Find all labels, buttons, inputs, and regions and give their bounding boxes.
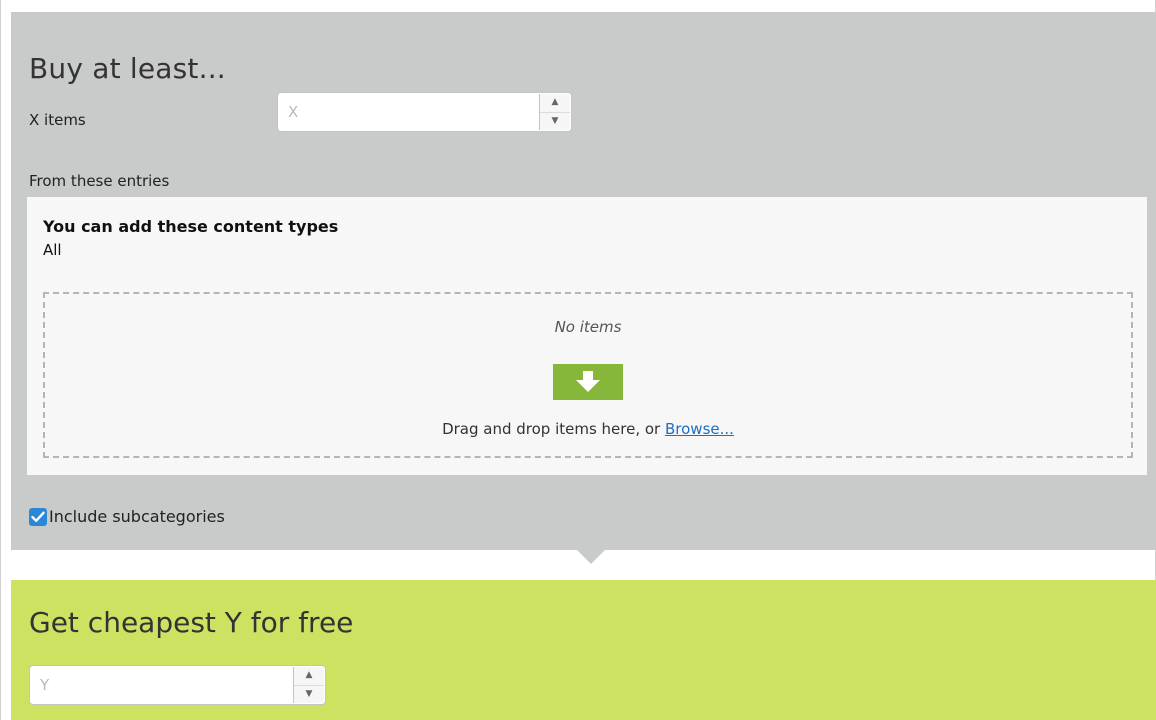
include-subcategories[interactable]: Include subcategories — [29, 507, 225, 526]
caret-down-icon: ▼ — [551, 115, 559, 126]
x-items-decrement-button[interactable]: ▼ — [540, 113, 570, 131]
buy-at-least-title: Buy at least... — [29, 52, 226, 85]
caret-up-icon: ▲ — [551, 97, 559, 108]
caret-down-icon: ▼ — [305, 688, 313, 699]
y-items-stepper[interactable]: ▲ ▼ — [29, 665, 326, 705]
buy-at-least-panel: Buy at least... X items ▲ ▼ From these e… — [11, 12, 1156, 550]
y-items-input[interactable] — [30, 666, 294, 704]
get-cheapest-title: Get cheapest Y for free — [29, 606, 354, 639]
arrow-down-icon-glyph — [576, 371, 600, 392]
arrow-down-icon — [553, 364, 623, 400]
drop-zone[interactable]: No items Drag and drop items here, or Br… — [43, 292, 1133, 458]
include-subcategories-checkbox[interactable] — [29, 507, 47, 526]
get-cheapest-panel: Get cheapest Y for free ▲ ▼ — [11, 580, 1156, 720]
drop-instructions-text: Drag and drop items here, or — [442, 420, 665, 438]
x-items-input[interactable] — [278, 93, 540, 131]
content-area: You can add these content types All No i… — [27, 197, 1147, 475]
checkmark-icon — [31, 511, 45, 522]
y-items-increment-button[interactable]: ▲ — [294, 667, 324, 686]
x-items-stepper[interactable]: ▲ ▼ — [277, 92, 572, 132]
from-entries-label: From these entries — [29, 172, 170, 190]
include-subcategories-label: Include subcategories — [49, 507, 225, 526]
content-types-value: All — [43, 241, 62, 259]
no-items-text: No items — [554, 318, 622, 336]
panel-pointer-arrow — [577, 550, 605, 564]
drop-instructions: Drag and drop items here, or Browse... — [45, 420, 1131, 438]
x-items-label: X items — [29, 111, 86, 129]
browse-link[interactable]: Browse... — [665, 420, 734, 438]
page-frame: Buy at least... X items ▲ ▼ From these e… — [0, 0, 1156, 720]
y-items-decrement-button[interactable]: ▼ — [294, 686, 324, 704]
x-items-increment-button[interactable]: ▲ — [540, 94, 570, 113]
x-items-spin-buttons: ▲ ▼ — [539, 94, 570, 130]
caret-up-icon: ▲ — [305, 670, 313, 681]
content-types-title: You can add these content types — [43, 217, 339, 236]
y-items-spin-buttons: ▲ ▼ — [293, 667, 324, 703]
